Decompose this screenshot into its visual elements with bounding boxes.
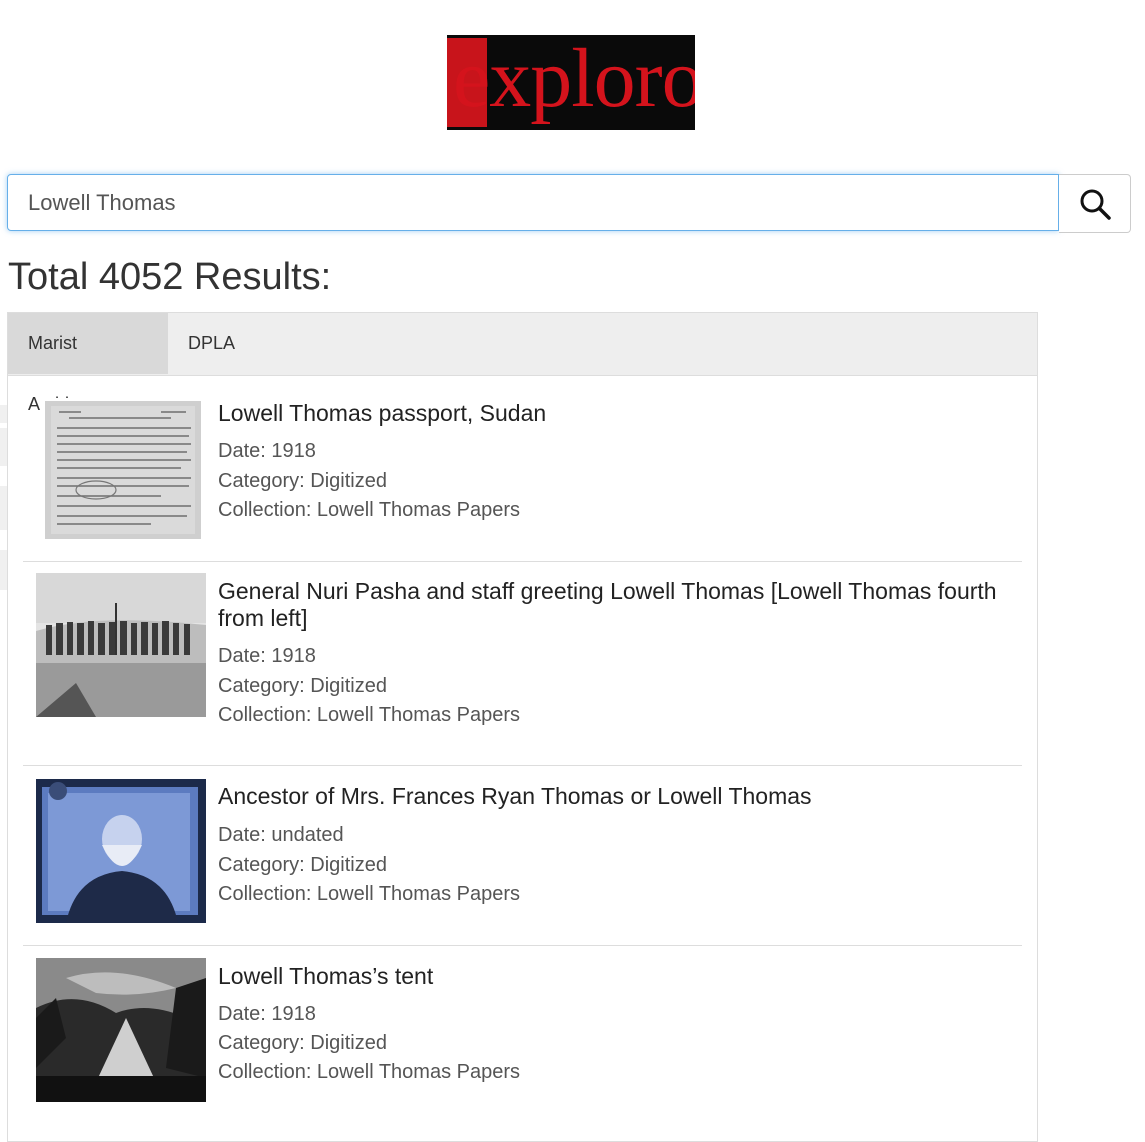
result-collection: Collection: Lowell Thomas Papers bbox=[218, 704, 521, 726]
tab-dpla[interactable]: DPLA bbox=[168, 313, 255, 374]
result-item[interactable]: Lowell Thomas passport, Sudan Date: 1918… bbox=[23, 376, 1022, 562]
logo-wordmark: exploro bbox=[453, 35, 695, 125]
result-category: Category: Digitized bbox=[218, 675, 387, 697]
result-item[interactable]: General Nuri Pasha and staff greeting Lo… bbox=[23, 562, 1022, 766]
result-category: Category: Digitized bbox=[218, 854, 387, 876]
results-panel: Marist Archives DPLA bbox=[7, 312, 1038, 1142]
result-item[interactable]: Ancestor of Mrs. Frances Ryan Thomas or … bbox=[23, 766, 1022, 946]
portrait-thumbnail-image bbox=[36, 779, 206, 923]
document-thumbnail-image bbox=[41, 398, 203, 540]
result-category: Category: Digitized bbox=[218, 470, 387, 492]
result-title[interactable]: Ancestor of Mrs. Frances Ryan Thomas or … bbox=[218, 783, 1008, 810]
result-date: Date: undated bbox=[218, 824, 344, 846]
exploro-logo[interactable]: exploro bbox=[447, 35, 695, 130]
result-title[interactable]: Lowell Thomas passport, Sudan bbox=[218, 400, 1008, 427]
results-count-heading: Total 4052 Results: bbox=[8, 256, 332, 298]
result-thumbnail[interactable] bbox=[36, 779, 206, 923]
result-date: Date: 1918 bbox=[218, 440, 316, 462]
tab-marist-archives[interactable]: Marist Archives bbox=[8, 313, 168, 414]
source-tabs: Marist Archives DPLA bbox=[8, 313, 1037, 414]
search-button[interactable] bbox=[1059, 174, 1131, 233]
result-date: Date: 1918 bbox=[218, 645, 316, 667]
search-bar bbox=[7, 174, 1132, 233]
result-collection: Collection: Lowell Thomas Papers bbox=[218, 499, 521, 521]
result-collection: Collection: Lowell Thomas Papers bbox=[218, 1061, 521, 1083]
group-thumbnail-image bbox=[36, 573, 206, 717]
result-thumbnail[interactable] bbox=[36, 573, 206, 717]
tent-thumbnail-image bbox=[36, 958, 206, 1102]
result-thumbnail[interactable] bbox=[36, 958, 206, 1102]
search-input[interactable] bbox=[7, 174, 1059, 231]
result-title[interactable]: Lowell Thomas’s tent bbox=[218, 963, 1008, 990]
result-collection: Collection: Lowell Thomas Papers bbox=[218, 883, 521, 905]
result-item[interactable]: Lowell Thomas’s tent Date: 1918 Category… bbox=[23, 946, 1022, 1136]
result-title[interactable]: General Nuri Pasha and staff greeting Lo… bbox=[218, 578, 1008, 632]
search-icon bbox=[1080, 189, 1111, 220]
result-date: Date: 1918 bbox=[218, 1003, 316, 1025]
result-category: Category: Digitized bbox=[218, 1032, 387, 1054]
result-thumbnail[interactable] bbox=[41, 398, 203, 540]
